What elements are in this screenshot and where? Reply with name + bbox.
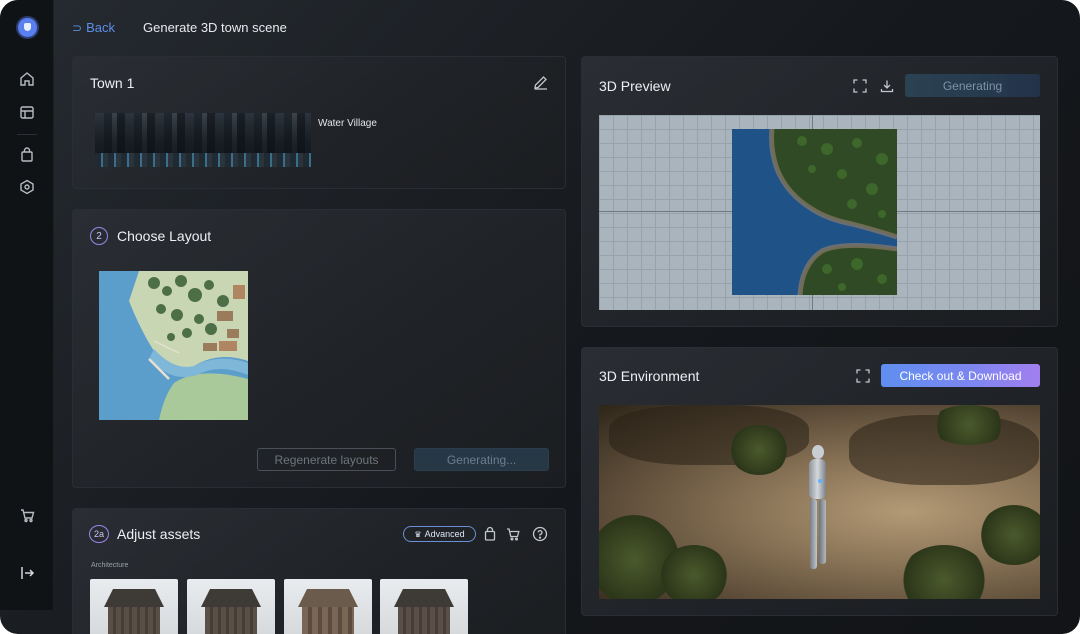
fullscreen-icon[interactable] — [856, 369, 870, 383]
home-icon[interactable] — [18, 70, 36, 88]
asset-thumbnail[interactable] — [187, 579, 275, 634]
step-badge: 2a — [89, 525, 109, 543]
layout-generating-button[interactable]: Generating... — [414, 448, 549, 471]
advanced-label: Advanced — [424, 529, 465, 539]
asset-thumbnail[interactable] — [90, 579, 178, 634]
choose-layout-title: Choose Layout — [117, 228, 212, 244]
town-preset-label: Water Village — [318, 118, 377, 129]
app-logo[interactable] — [18, 18, 37, 37]
layout-map-thumbnail[interactable] — [99, 271, 248, 420]
shopping-bag-icon[interactable] — [482, 526, 498, 542]
sidebar-divider — [17, 134, 37, 135]
3d-environment-render[interactable] — [599, 405, 1040, 599]
terrain-mesh — [732, 129, 897, 295]
download-icon[interactable] — [880, 79, 894, 93]
regenerate-layouts-button[interactable]: Regenerate layouts — [257, 448, 396, 471]
asset-thumbnail[interactable] — [380, 579, 468, 634]
fullscreen-icon[interactable] — [853, 79, 867, 93]
help-icon[interactable] — [532, 526, 548, 542]
app-window: ⊃ Back Generate 3D town scene Town 1 Wat… — [0, 0, 1080, 634]
3d-preview-viewport[interactable] — [599, 115, 1040, 310]
back-link[interactable]: ⊃ Back — [72, 20, 115, 35]
preview-generating-button[interactable]: Generating — [905, 74, 1040, 97]
back-label: Back — [86, 20, 115, 35]
page-title: Generate 3D town scene — [143, 20, 287, 35]
step-badge: 2 — [90, 227, 108, 245]
asset-thumbnail[interactable] — [284, 579, 372, 634]
crown-icon: ♛ — [414, 529, 422, 539]
checkout-download-button[interactable]: Check out & Download — [881, 364, 1040, 387]
cart-icon[interactable] — [505, 526, 521, 542]
storefront-icon[interactable] — [18, 103, 36, 121]
adjust-assets-title: Adjust assets — [117, 526, 201, 542]
advanced-badge[interactable]: ♛ Advanced — [403, 526, 476, 542]
character-figure — [804, 445, 830, 575]
logout-icon[interactable] — [18, 564, 36, 582]
environment-title: 3D Environment — [599, 368, 700, 384]
preview-title: 3D Preview — [599, 78, 671, 94]
sidebar — [0, 0, 54, 610]
cube-network-icon[interactable] — [18, 178, 36, 196]
back-arrow-icon: ⊃ — [72, 20, 83, 35]
architecture-section-label: Architecture — [91, 562, 129, 569]
cart-icon[interactable] — [18, 506, 36, 524]
edit-icon[interactable] — [533, 75, 548, 90]
town-title: Town 1 — [90, 75, 135, 91]
shopping-bag-icon[interactable] — [18, 146, 36, 164]
town-preset-thumbnail[interactable] — [95, 113, 311, 167]
